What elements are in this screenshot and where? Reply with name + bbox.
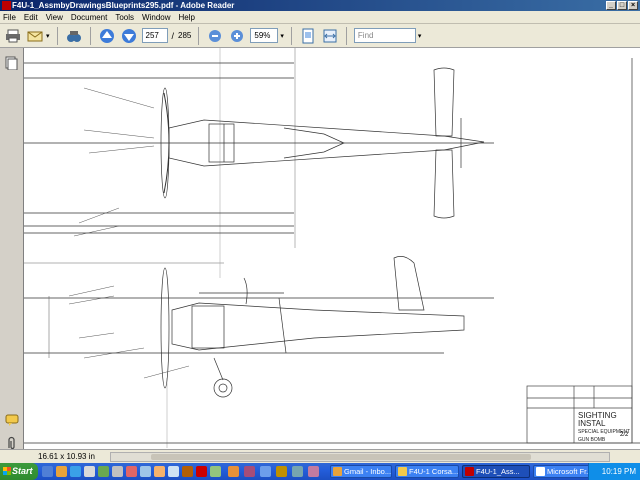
title-block-line2: SPECIAL EQUIPMENT	[578, 429, 631, 435]
fit-width-button[interactable]	[321, 27, 339, 45]
page-total: 285	[178, 31, 192, 40]
quicklaunch-app-icon[interactable]	[112, 466, 123, 477]
paperclip-icon[interactable]	[5, 436, 17, 450]
window-titlebar: F4U-1_AssmbyDrawingsBlueprints295.pdf - …	[0, 0, 640, 11]
chevron-down-icon[interactable]: ▾	[46, 32, 50, 40]
quicklaunch-explorer-icon[interactable]	[84, 466, 95, 477]
page-separator: /	[171, 30, 175, 41]
zoom-level-input[interactable]: 59%	[250, 28, 279, 43]
status-bar: 16.61 x 10.93 in	[0, 449, 640, 463]
previous-page-button[interactable]	[98, 27, 116, 45]
start-label: Start	[12, 466, 33, 476]
zoom-out-button[interactable]	[206, 27, 224, 45]
quicklaunch-app8-icon[interactable]	[210, 466, 221, 477]
quicklaunch-app13-icon[interactable]	[292, 466, 303, 477]
menu-document[interactable]: Document	[71, 13, 107, 22]
window-icon	[536, 467, 545, 476]
horizontal-scrollbar[interactable]	[110, 452, 610, 462]
print-button[interactable]	[4, 27, 22, 45]
search-button[interactable]	[65, 27, 83, 45]
quicklaunch-app11-icon[interactable]	[260, 466, 271, 477]
system-tray: 10:19 PM	[588, 463, 640, 480]
chevron-down-icon[interactable]: ▾	[418, 32, 422, 40]
menu-file[interactable]: File	[3, 13, 16, 22]
fit-width-icon	[323, 29, 337, 42]
menu-tools[interactable]: Tools	[115, 13, 134, 22]
pdf-icon	[465, 467, 474, 476]
quicklaunch-firefox-icon[interactable]	[56, 466, 67, 477]
next-page-button[interactable]	[120, 27, 138, 45]
document-view[interactable]: SIGHTING INSTAL SPECIAL EQUIPMENT GUN BO…	[24, 48, 640, 449]
arrow-down-icon	[121, 28, 136, 43]
folder-icon	[398, 467, 407, 476]
quicklaunch-app10-icon[interactable]	[244, 466, 255, 477]
sheet-number: 2/2	[620, 432, 629, 438]
windows-logo-icon	[3, 467, 11, 475]
task-gmail[interactable]: Gmail - Inbo...	[330, 465, 392, 478]
blueprint-drawing	[24, 48, 640, 448]
email-button[interactable]	[26, 27, 44, 45]
quicklaunch-app4-icon[interactable]	[154, 466, 165, 477]
aircraft-side-view	[24, 256, 494, 398]
zoom-in-icon	[231, 29, 244, 42]
envelope-icon	[27, 31, 43, 41]
title-block-line3: GUN BOMB	[578, 437, 606, 443]
quicklaunch-app6-icon[interactable]	[182, 466, 193, 477]
fit-page-icon	[302, 28, 314, 43]
task-microsoft[interactable]: Microsoft Fr...	[533, 465, 591, 478]
quicklaunch-app3-icon[interactable]	[140, 466, 151, 477]
arrow-up-icon	[99, 28, 114, 43]
binoculars-icon	[66, 30, 81, 42]
quicklaunch-app2-icon[interactable]	[126, 466, 137, 477]
zoom-out-icon	[209, 29, 222, 42]
taskbar: Start Gmail - Inbo... F4U-1 Corsa... F4U…	[0, 463, 640, 480]
comment-icon[interactable]	[5, 414, 19, 426]
quicklaunch-app14-icon[interactable]	[308, 466, 319, 477]
quicklaunch-ie-icon[interactable]	[70, 466, 81, 477]
window-controls: _ □ ×	[606, 1, 638, 10]
task-adobe-reader[interactable]: F4U-1_Ass...	[462, 465, 530, 478]
maximize-button[interactable]: □	[617, 1, 627, 10]
title-block-text: SIGHTING INSTAL SPECIAL EQUIPMENT GUN BO…	[578, 412, 640, 444]
quicklaunch-app12-icon[interactable]	[276, 466, 287, 477]
task-folder[interactable]: F4U-1 Corsa...	[395, 465, 459, 478]
quicklaunch-app7-icon[interactable]	[196, 466, 207, 477]
aircraft-top-view	[24, 62, 494, 234]
menu-bar: File Edit View Document Tools Window Hel…	[0, 11, 640, 24]
minimize-button[interactable]: _	[606, 1, 616, 10]
scrollbar-thumb[interactable]	[151, 454, 531, 460]
firefox-icon	[333, 467, 342, 476]
quicklaunch-app9-icon[interactable]	[228, 466, 239, 477]
quicklaunch-desktop-icon[interactable]	[42, 466, 53, 477]
chevron-down-icon[interactable]: ▾	[280, 32, 284, 40]
page-number-input[interactable]: 257	[141, 28, 168, 43]
title-block-line1: SIGHTING INSTAL	[578, 411, 617, 428]
pages-icon[interactable]	[5, 56, 18, 70]
adobe-reader-icon	[2, 1, 11, 10]
toolbar: ▾ 257 / 285 59% ▾ Find ▾	[0, 24, 640, 48]
clock[interactable]: 10:19 PM	[602, 467, 636, 476]
printer-icon	[6, 29, 20, 42]
menu-help[interactable]: Help	[179, 13, 195, 22]
window-title: F4U-1_AssmbyDrawingsBlueprints295.pdf - …	[12, 1, 235, 10]
navigation-pane	[0, 48, 24, 453]
page-size: 16.61 x 10.93 in	[38, 452, 95, 461]
start-button[interactable]: Start	[0, 463, 38, 480]
menu-window[interactable]: Window	[142, 13, 170, 22]
close-button[interactable]: ×	[628, 1, 638, 10]
drawing-border	[24, 58, 640, 444]
zoom-in-button[interactable]	[228, 27, 246, 45]
fit-page-button[interactable]	[299, 27, 317, 45]
quicklaunch-app5-icon[interactable]	[168, 466, 179, 477]
find-input[interactable]: Find	[353, 28, 416, 43]
menu-view[interactable]: View	[46, 13, 63, 22]
menu-edit[interactable]: Edit	[24, 13, 38, 22]
quicklaunch-media-icon[interactable]	[98, 466, 109, 477]
